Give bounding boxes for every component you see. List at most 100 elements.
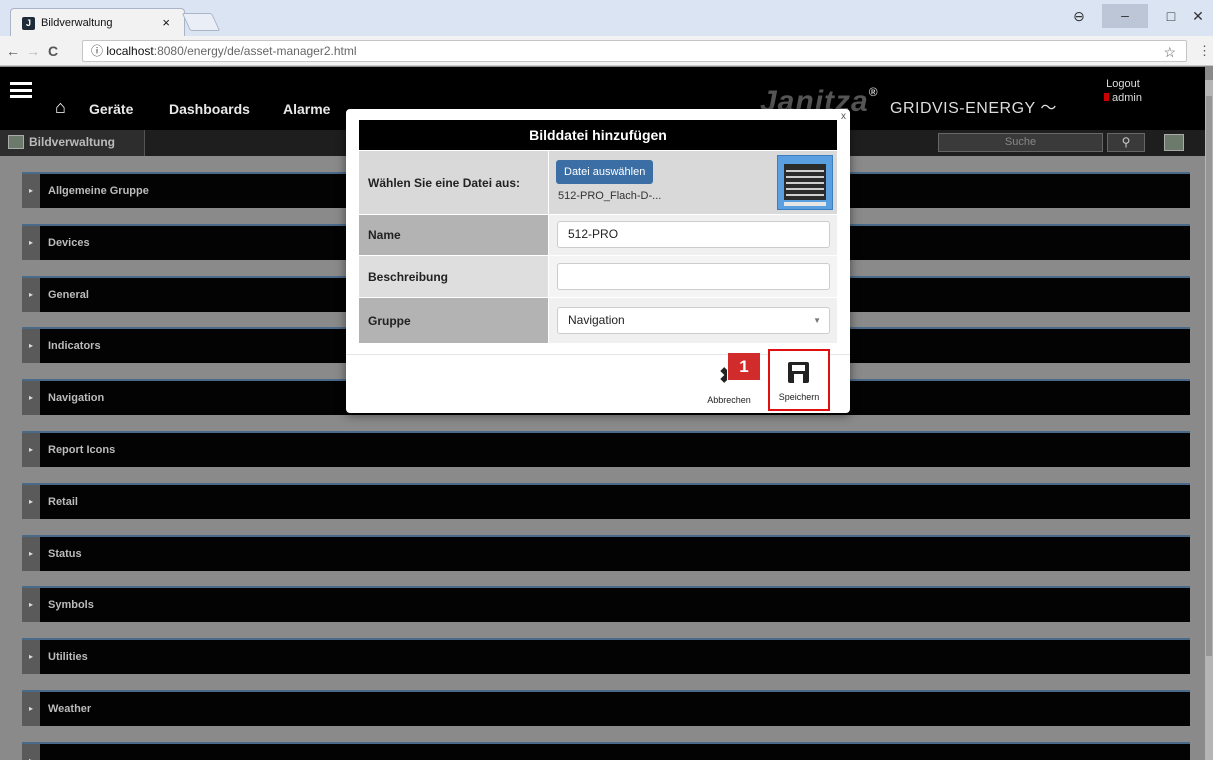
- search-button[interactable]: ⚲: [1107, 133, 1145, 152]
- group-row[interactable]: ▸ Retail: [22, 483, 1190, 519]
- name-value-cell: 512-PRO: [549, 215, 837, 255]
- screen-line: [786, 188, 824, 190]
- image-manager-icon: [8, 135, 24, 149]
- group-row[interactable]: ▸ Symbols: [22, 586, 1190, 622]
- nav-dashboards[interactable]: Dashboards: [169, 101, 250, 117]
- file-name: 512-PRO_Flach-D-...: [558, 190, 662, 202]
- name-label: Name: [359, 215, 548, 255]
- description-input[interactable]: [557, 263, 830, 290]
- group-label: Status: [48, 548, 82, 560]
- close-icon: ✖: [719, 362, 727, 390]
- tab-title: Bildverwaltung: [41, 17, 113, 29]
- group-label: Retail: [48, 496, 78, 508]
- device-screen-icon: [784, 164, 826, 200]
- expand-arrow-icon[interactable]: ▸: [22, 278, 40, 312]
- screen-line: [786, 176, 824, 178]
- reload-icon[interactable]: C: [48, 43, 58, 59]
- forward-arrow-icon[interactable]: →: [26, 43, 40, 59]
- home-icon[interactable]: ⌂: [55, 97, 66, 118]
- name-row: Name 512-PRO: [359, 215, 837, 255]
- expand-arrow-icon[interactable]: ▸: [22, 588, 40, 622]
- screen-line: [786, 182, 824, 184]
- expand-arrow-icon[interactable]: ▸: [22, 174, 40, 208]
- product-label: GRIDVIS-ENERGY: [890, 100, 1036, 117]
- group-selected-value: Navigation: [568, 313, 625, 327]
- url-path: :8080/energy/de/asset-manager2.html: [153, 44, 357, 58]
- chevron-down-icon: ▼: [813, 316, 821, 325]
- new-tab-button[interactable]: [181, 13, 221, 31]
- site-info-icon[interactable]: ⓘ: [91, 44, 103, 58]
- close-window-button[interactable]: ✕: [1175, 8, 1213, 25]
- add-image-icon[interactable]: [1164, 134, 1184, 151]
- group-row[interactable]: ▸ Utilities: [22, 638, 1190, 674]
- floppy-disk-icon: [788, 362, 809, 383]
- description-row: Beschreibung: [359, 256, 837, 297]
- expand-arrow-icon[interactable]: ▸: [22, 329, 40, 363]
- page-title: Bildverwaltung: [29, 135, 116, 149]
- hamburger-menu-icon[interactable]: [10, 82, 32, 98]
- group-label: Gruppe: [359, 298, 548, 343]
- group-row[interactable]: ▸ Report Icons: [22, 431, 1190, 467]
- save-button[interactable]: Speichern: [768, 349, 830, 411]
- expand-arrow-icon[interactable]: ▸: [22, 433, 40, 467]
- expand-arrow-icon[interactable]: ▸: [22, 692, 40, 726]
- favicon-icon: J: [22, 17, 35, 30]
- current-user: admin: [1104, 92, 1142, 104]
- tab-close-icon[interactable]: ×: [162, 15, 170, 30]
- group-label: General: [48, 289, 89, 301]
- expand-arrow-icon[interactable]: ▸: [22, 537, 40, 571]
- url-input[interactable]: ⓘ localhost:8080/energy/de/asset-manager…: [82, 40, 1187, 62]
- scrollbar-thumb[interactable]: [1206, 96, 1212, 656]
- file-label: Wählen Sie eine Datei aus:: [359, 151, 548, 214]
- profile-icon[interactable]: ⊖: [1064, 8, 1094, 25]
- browser-tabstrip: J Bildverwaltung × ⊖ – □ ✕: [0, 0, 1213, 36]
- step-marker-badge: 1: [728, 353, 760, 380]
- group-row[interactable]: ▸ Status: [22, 535, 1190, 571]
- cancel-label: Abbrechen: [707, 395, 751, 405]
- group-label: Utilities: [48, 651, 88, 663]
- group-select[interactable]: Navigation ▼: [557, 307, 830, 334]
- group-row: Gruppe Navigation ▼: [359, 298, 837, 343]
- expand-arrow-icon[interactable]: ▸: [22, 226, 40, 260]
- screen-line: [786, 194, 824, 196]
- expand-arrow-icon[interactable]: ▸: [22, 485, 40, 519]
- expand-arrow-icon[interactable]: ▸: [22, 744, 40, 760]
- save-label: Speichern: [778, 392, 820, 402]
- expand-arrow-icon[interactable]: ▸: [22, 640, 40, 674]
- description-label: Beschreibung: [359, 256, 548, 297]
- name-input[interactable]: 512-PRO: [557, 221, 830, 248]
- expand-arrow-icon[interactable]: ▸: [22, 381, 40, 415]
- minimize-button[interactable]: –: [1102, 4, 1148, 28]
- group-label: Report Icons: [48, 444, 116, 456]
- dialog-title: Bilddatei hinzufügen: [359, 120, 837, 150]
- group-row[interactable]: ▸: [22, 742, 1190, 760]
- search-input[interactable]: Suche: [938, 133, 1103, 152]
- description-value-cell: [549, 256, 837, 297]
- group-label: Navigation: [48, 392, 105, 404]
- image-preview-thumbnail: [777, 155, 833, 210]
- nav-geraete[interactable]: Geräte: [89, 101, 133, 117]
- browser-tab[interactable]: J Bildverwaltung ×: [10, 8, 185, 36]
- url-host: localhost: [106, 44, 154, 58]
- group-label: Allgemeine Gruppe: [48, 185, 149, 197]
- nav-alarme[interactable]: Alarme: [283, 101, 330, 117]
- dialog-close-icon[interactable]: x: [841, 111, 846, 123]
- dialog-title-text: Bilddatei hinzufügen: [529, 127, 667, 143]
- user-name: admin: [1112, 92, 1142, 104]
- group-row[interactable]: ▸ Weather: [22, 690, 1190, 726]
- back-arrow-icon[interactable]: ←: [6, 43, 20, 59]
- user-icon: [1104, 93, 1109, 101]
- product-name: GRIDVIS-ENERGY 〜: [890, 94, 1057, 118]
- search-icon: ⚲: [1121, 135, 1131, 149]
- logout-label: Logout: [1106, 78, 1140, 90]
- bookmark-star-icon[interactable]: ☆: [1163, 42, 1176, 62]
- choose-file-button[interactable]: Datei auswählen: [556, 160, 654, 184]
- tab-bildverwaltung[interactable]: Bildverwaltung: [0, 130, 145, 156]
- group-label: Devices: [48, 237, 90, 249]
- logout-button[interactable]: Logout admin: [1104, 78, 1142, 104]
- device-button-bar: [784, 202, 826, 206]
- address-bar: ← → C ⓘ localhost:8080/energy/de/asset-m…: [0, 36, 1213, 66]
- browser-menu-icon[interactable]: ⋮: [1198, 43, 1211, 59]
- group-value-cell: Navigation ▼: [549, 298, 837, 343]
- file-row: Wählen Sie eine Datei aus: Datei auswähl…: [359, 151, 837, 214]
